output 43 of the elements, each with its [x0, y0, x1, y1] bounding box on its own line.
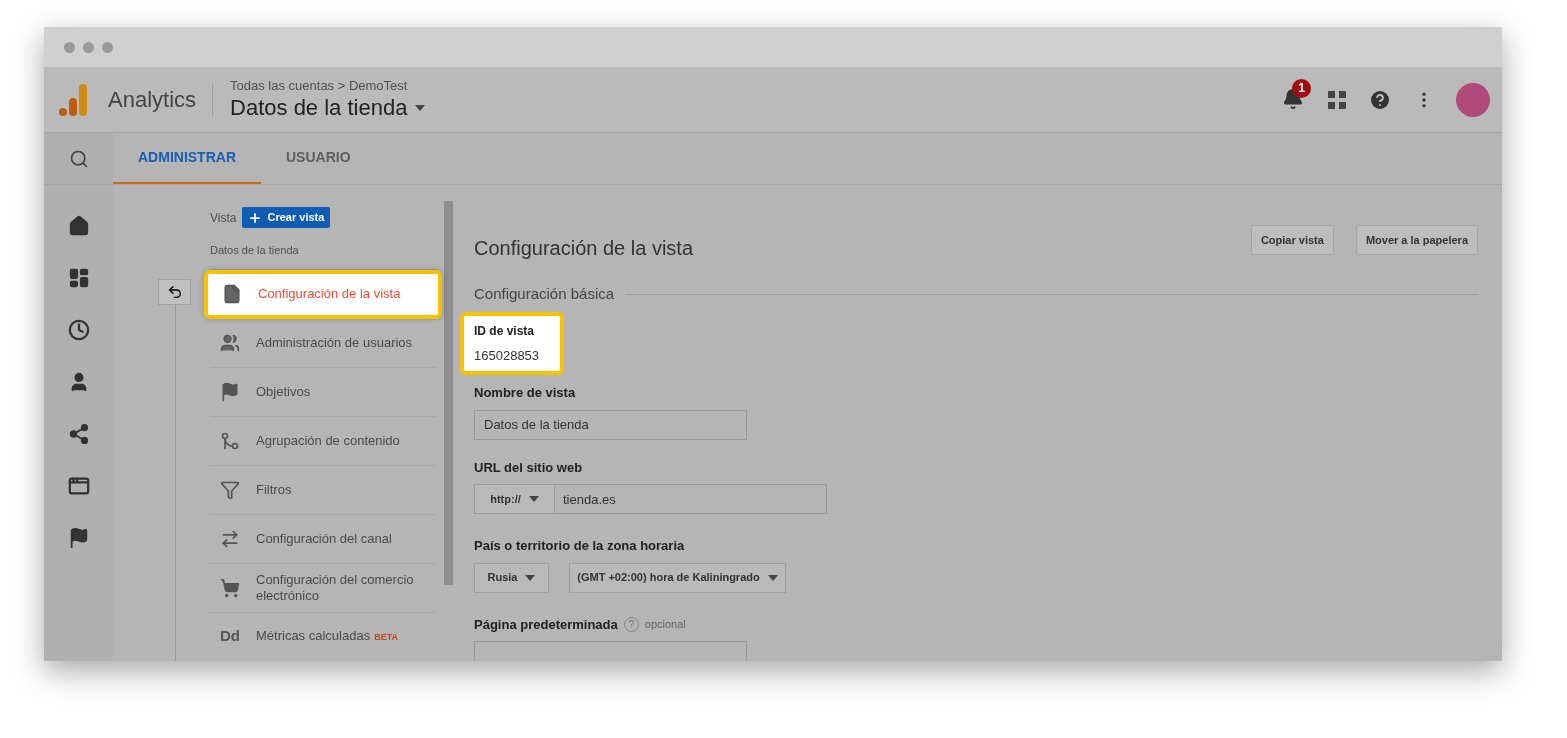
- view-menu-item-label: Administración de usuarios: [256, 334, 413, 351]
- view-menu-item-label: Métricas calculadas BETA: [256, 628, 398, 645]
- website-url-label: URL del sitio web: [474, 458, 584, 477]
- action-button[interactable]: Mover a la papelera: [1355, 225, 1478, 255]
- view-menu-item[interactable]: Configuración de la vista: [204, 269, 442, 319]
- optional-note: opcional: [644, 617, 686, 632]
- view-name: Datos de la tienda: [210, 242, 436, 270]
- view-menu-item-label: Configuración del comercio electrónico: [256, 571, 415, 604]
- action-button[interactable]: Copiar vista: [1250, 225, 1334, 255]
- timezone-label: País o territorio de la zona horaria: [474, 537, 686, 555]
- view-menu-item[interactable]: Dd Métricas calculadas BETA: [210, 612, 436, 661]
- beta-label: BETA: [374, 632, 398, 642]
- view-menu-item-label: Agrupación de contenido: [256, 432, 400, 449]
- view-menu-item[interactable]: Filtros: [210, 465, 436, 515]
- view-label: Vista: [210, 209, 237, 227]
- default-page-label: Página predeterminada: [474, 615, 618, 634]
- create-view-button[interactable]: Crear vista: [242, 207, 331, 228]
- tab[interactable]: USUARIO: [261, 133, 376, 184]
- view-name-label: Nombre de vista: [474, 384, 577, 402]
- breadcrumb[interactable]: Todas las cuentas > DemoTest: [230, 77, 426, 94]
- dd-icon: Dd: [220, 625, 240, 648]
- view-name-input[interactable]: Datos de la tienda: [474, 409, 747, 440]
- view-menu-item[interactable]: Agrupación de contenido: [210, 416, 436, 466]
- property-selector[interactable]: Datos de la tienda: [230, 93, 426, 122]
- protocol-dropdown[interactable]: http://: [474, 484, 555, 514]
- section-heading: Configuración básica: [474, 284, 615, 304]
- timezone-dropdown[interactable]: (GMT +02:00) hora de Kaliningrado: [569, 562, 786, 593]
- view-menu-item[interactable]: Administración de usuarios: [210, 318, 436, 368]
- view-menu-item[interactable]: Configuración del canal: [210, 514, 436, 564]
- tab[interactable]: ADMINISTRAR: [113, 133, 261, 184]
- notification-badge: 1: [1292, 78, 1311, 98]
- view-menu-item-label: Objetivos: [256, 383, 311, 400]
- view-menu-item-label: Configuración de la vista: [258, 286, 401, 302]
- page-title: Configuración de la vista: [474, 236, 693, 261]
- view-menu-item[interactable]: Objetivos: [210, 367, 436, 417]
- view-menu-item[interactable]: Configuración del comercio electrónico: [210, 563, 436, 613]
- country-dropdown[interactable]: Rusia: [474, 562, 549, 593]
- view-id-label: ID de vista: [474, 322, 536, 340]
- product-name: Analytics: [108, 86, 197, 114]
- view-menu-item-label: Configuración del canal: [256, 530, 392, 547]
- view-menu-item-label: Filtros: [256, 481, 292, 498]
- view-id-value: 165028853: [474, 346, 541, 365]
- website-url-input[interactable]: tienda.es: [555, 484, 827, 514]
